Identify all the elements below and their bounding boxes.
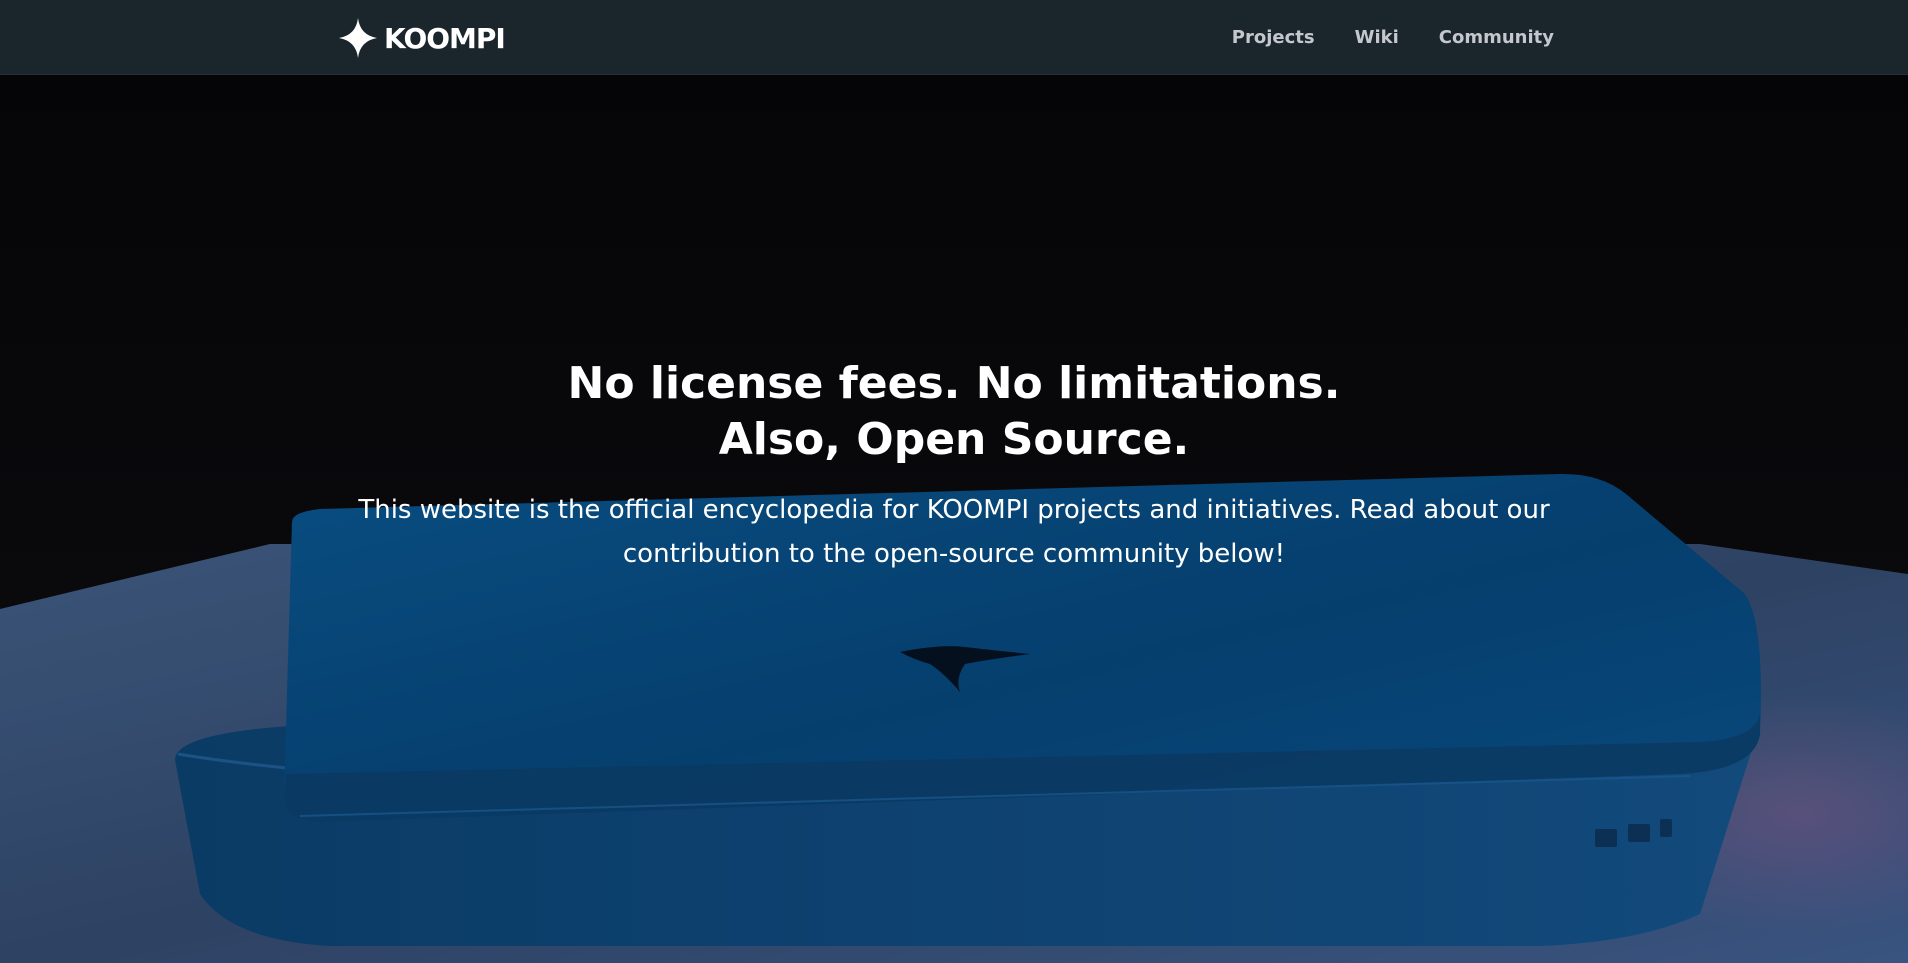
hero-heading: No license fees. No limitations. Also, O…	[0, 356, 1908, 468]
hero-description-line-2: contribution to the open-source communit…	[622, 539, 1286, 569]
main-nav: Projects Wiki Community	[1192, 0, 1554, 74]
brand-logo-link[interactable]: KOOMPI	[339, 18, 506, 58]
nav-link-projects[interactable]: Projects	[1232, 27, 1315, 48]
nav-link-wiki[interactable]: Wiki	[1355, 27, 1399, 48]
hero-heading-line-2: Also, Open Source.	[718, 414, 1190, 465]
hero-description: This website is the official encyclopedi…	[340, 488, 1568, 576]
koompi-star-icon	[339, 18, 377, 58]
brand-name: KOOMPI	[384, 21, 506, 55]
top-navbar: KOOMPI Projects Wiki Community	[0, 0, 1908, 75]
hero-heading-line-1: No license fees. No limitations.	[567, 358, 1341, 409]
hero-description-line-1: This website is the official encyclopedi…	[358, 495, 1550, 525]
hero-section: No license fees. No limitations. Also, O…	[0, 74, 1908, 963]
nav-link-community[interactable]: Community	[1439, 27, 1554, 48]
